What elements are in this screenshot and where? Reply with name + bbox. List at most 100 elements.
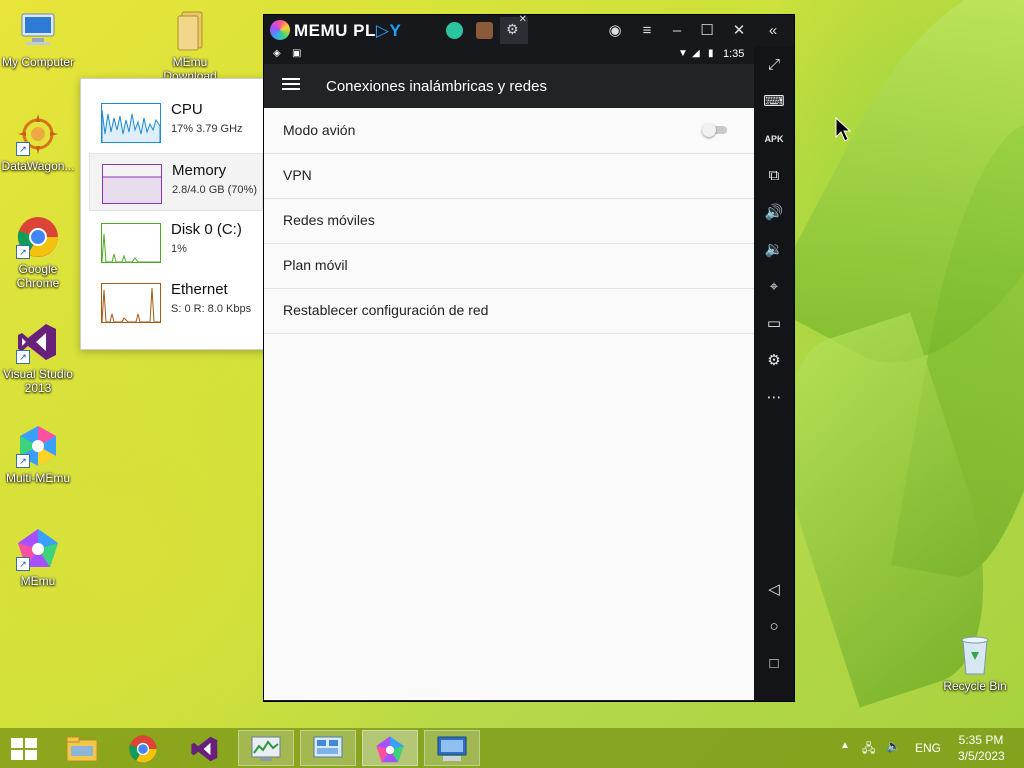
setting-reset-network[interactable]: Restablecer configuración de red: [264, 288, 754, 334]
close-icon[interactable]: ✕: [728, 21, 750, 41]
memu-window: MEMU PL▷Y ⚙ ✕ ◉ ≡ – ☐ ✕ « ◈ ▣ ▼ ◢ ▮ 1:35…: [264, 14, 794, 701]
apk-install-icon[interactable]: APK: [763, 128, 785, 150]
gear-icon: ⚙: [506, 21, 519, 37]
notification-icon: ◈: [273, 48, 281, 59]
taskbar-memu[interactable]: [362, 730, 418, 766]
volume-down-icon[interactable]: 🔉: [763, 239, 785, 261]
desktop-icon-recycle-bin[interactable]: Recycle Bin: [937, 632, 1013, 693]
desktop-icon-google-chrome[interactable]: ↗ Google Chrome: [0, 215, 76, 290]
minimize-icon[interactable]: –: [666, 21, 688, 41]
taskbar-chrome[interactable]: [116, 730, 172, 766]
shortcut-arrow-icon: ↗: [16, 454, 30, 468]
chrome-icon: ↗: [16, 215, 60, 259]
file-explorer-icon: [66, 736, 98, 762]
setting-label: Restablecer configuración de red: [283, 302, 489, 318]
network-tray-icon[interactable]: 🖧: [862, 739, 875, 760]
setting-label: Plan móvil: [283, 257, 348, 273]
settings-tab[interactable]: ⚙ ✕: [500, 14, 528, 44]
airplane-mode-toggle[interactable]: [702, 123, 728, 137]
back-nav-icon[interactable]: ◁: [763, 579, 785, 601]
account-icon[interactable]: ◉: [604, 21, 626, 41]
menu-icon[interactable]: ≡: [636, 21, 658, 41]
app-tab-icon[interactable]: [446, 22, 463, 39]
keyboard-icon[interactable]: ⌨: [763, 91, 785, 113]
tm-item-disk[interactable]: Disk 0 (C:) 1%: [89, 213, 261, 269]
clock[interactable]: 5:35 PM 3/5/2023: [958, 733, 1005, 763]
disk-graph: [101, 223, 161, 263]
memory-graph: [102, 164, 162, 204]
setting-vpn[interactable]: VPN: [264, 153, 754, 199]
volume-up-icon[interactable]: 🔊: [763, 202, 785, 224]
shortcut-arrow-icon: ↗: [16, 557, 30, 571]
location-icon[interactable]: ⌖: [763, 276, 785, 298]
task-manager-panel: CPU 17% 3.79 GHz Memory 2.8/4.0 GB (70%)…: [80, 78, 268, 350]
android-screen: Conexiones inalámbricas y redes Modo avi…: [264, 64, 754, 700]
memu-sidebar: ⤢ ⌨ APK ⧉ 🔊 🔉 ⌖ ▭ ⚙ ⋯ ◁ ○ □: [754, 46, 794, 701]
folder-icon: [168, 8, 212, 52]
taskbar-task-manager[interactable]: [238, 730, 294, 766]
datawagon-icon: ↗: [16, 112, 60, 156]
desktop-icon-visual-studio[interactable]: ↗ Visual Studio 2013: [0, 320, 76, 395]
tm-item-cpu[interactable]: CPU 17% 3.79 GHz: [89, 93, 261, 149]
memu-titlebar[interactable]: MEMU PL▷Y ⚙ ✕ ◉ ≡ – ☐ ✕ «: [264, 14, 794, 46]
fullscreen-icon[interactable]: ⤢: [763, 54, 785, 76]
collapse-sidebar-icon[interactable]: «: [762, 21, 784, 41]
setting-label: VPN: [283, 167, 312, 183]
taskbar-control-panel[interactable]: [300, 730, 356, 766]
tm-item-name: Ethernet: [171, 281, 228, 298]
setting-airplane-mode[interactable]: Modo avión: [264, 108, 754, 154]
setting-mobile-plan[interactable]: Plan móvil: [264, 243, 754, 289]
desktop-icon-memu-download[interactable]: MEmu Download: [152, 8, 228, 83]
desktop-icon-label: Multi-MEmu: [5, 471, 70, 485]
tm-item-value: 17% 3.79 GHz: [171, 123, 243, 135]
computer-icon: [16, 8, 60, 52]
show-hidden-icons-chevron[interactable]: ▲: [840, 740, 850, 751]
desktop-icon-multi-memu[interactable]: ↗ Multi-MEmu: [0, 424, 76, 485]
app-tab-icon[interactable]: [476, 22, 493, 39]
ethernet-graph: [101, 283, 161, 323]
setting-label: Redes móviles: [283, 212, 375, 228]
battery-icon: ▮: [708, 48, 714, 59]
page-title: Conexiones inalámbricas y redes: [326, 78, 547, 95]
setting-mobile-networks[interactable]: Redes móviles: [264, 198, 754, 244]
start-button[interactable]: [0, 730, 48, 766]
home-nav-icon[interactable]: ○: [763, 616, 785, 638]
tm-item-value: S: 0 R: 8.0 Kbps: [171, 303, 252, 315]
tm-item-ethernet[interactable]: Ethernet S: 0 R: 8.0 Kbps: [89, 273, 261, 329]
language-indicator[interactable]: ENG: [915, 741, 941, 755]
desktop-icon-memu[interactable]: ↗ MEmu: [0, 527, 76, 588]
tm-item-value: 1%: [171, 243, 187, 255]
signal-icon: ◢: [692, 48, 700, 59]
desktop-icon-my-computer[interactable]: My Computer: [0, 8, 76, 69]
more-options-icon[interactable]: ⋯: [763, 387, 785, 409]
recycle-bin-icon: [953, 632, 997, 676]
taskbar-visual-studio[interactable]: [178, 730, 234, 766]
mouse-cursor-icon: [835, 117, 851, 142]
volume-tray-icon[interactable]: 🔈: [886, 739, 901, 753]
chrome-icon: [129, 735, 157, 763]
folder-icon[interactable]: ▭: [763, 313, 785, 335]
taskbar: ▲ 🖧 🔈 ENG 5:35 PM 3/5/2023: [0, 728, 1024, 768]
desktop-icon-label: DataWagon...: [1, 159, 75, 173]
desktop-icon-datawagon[interactable]: ↗ DataWagon...: [0, 112, 76, 173]
maximize-icon[interactable]: ☐: [696, 21, 718, 41]
taskbar-remote-desktop[interactable]: [424, 730, 480, 766]
shortcut-arrow-icon: ↗: [16, 142, 30, 156]
task-manager-icon: [251, 736, 281, 761]
tm-item-memory[interactable]: Memory 2.8/4.0 GB (70%): [89, 153, 263, 211]
tm-item-name: Memory: [172, 162, 227, 179]
memu-icon: [376, 736, 404, 763]
setting-label: Modo avión: [283, 122, 356, 138]
recent-apps-icon[interactable]: □: [763, 653, 785, 675]
hamburger-menu-icon[interactable]: [282, 78, 300, 94]
memu-logo-text: MEMU PL▷Y: [294, 21, 402, 40]
settings-gear-icon[interactable]: ⚙: [763, 350, 785, 372]
desktop-icon-label: Recycle Bin: [943, 679, 1007, 693]
multi-memu-icon: ↗: [16, 424, 60, 468]
taskbar-file-explorer[interactable]: [54, 730, 110, 766]
control-panel-icon: [313, 736, 343, 758]
close-tab-icon[interactable]: ✕: [519, 14, 527, 25]
tm-item-value: 2.8/4.0 GB (70%): [172, 184, 257, 196]
desktop-icon-label: Visual Studio 2013: [3, 367, 73, 395]
multi-window-icon[interactable]: ⧉: [763, 165, 785, 187]
